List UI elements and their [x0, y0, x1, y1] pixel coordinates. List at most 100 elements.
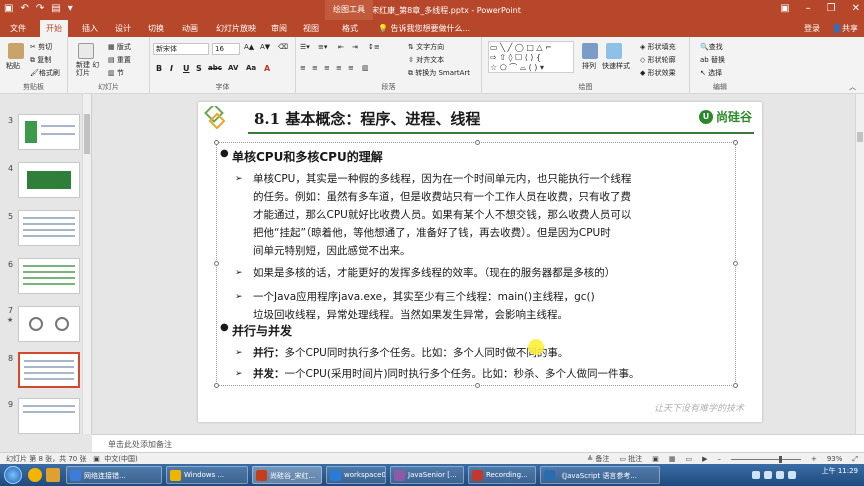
resize-handle[interactable]	[214, 261, 219, 266]
tray-icon[interactable]	[752, 471, 760, 479]
comments-toggle[interactable]: ▭ 批注	[619, 454, 642, 464]
decrease-indent-icon[interactable]: ⇤	[338, 43, 344, 51]
chrome-icon[interactable]	[28, 468, 42, 482]
new-slide-icon[interactable]	[78, 43, 94, 59]
format-painter-button[interactable]: 🖌格式刷	[30, 68, 60, 78]
slide-title[interactable]: 8.1 基本概念：程序、进程、线程	[254, 108, 480, 129]
slide-canvas[interactable]: 8.1 基本概念：程序、进程、线程 U 尚硅谷 ⟳ 单核CPU和多核CPU的理解…	[198, 102, 762, 422]
shape-outline-button[interactable]: ◇ 形状轮廓	[640, 55, 676, 65]
tab-transitions[interactable]: 切换	[148, 23, 164, 34]
tab-slideshow[interactable]: 幻灯片放映	[216, 23, 256, 34]
taskbar-item[interactable]: workspace0...	[326, 466, 386, 484]
arrange-button[interactable]: 排列	[582, 61, 596, 71]
font-size-combo[interactable]: 16	[212, 43, 240, 55]
section-button[interactable]: ▥ 节	[108, 68, 124, 78]
ribbon-display-options-icon[interactable]: ▣	[780, 3, 789, 14]
reset-button[interactable]: ▤ 重置	[108, 55, 131, 65]
grow-font-icon[interactable]: A▲	[244, 43, 254, 51]
thumbnail-scrollbar-thumb[interactable]	[84, 114, 90, 154]
zoom-out-icon[interactable]: –	[717, 455, 721, 463]
slide-thumbnail-6[interactable]	[18, 258, 80, 294]
paste-button[interactable]: 粘贴	[6, 61, 20, 71]
clear-formatting-icon[interactable]: ⌫	[278, 43, 288, 51]
select-button[interactable]: ↖ 选择	[700, 68, 722, 78]
cut-button[interactable]: ✂ 剪切	[30, 42, 52, 52]
resize-handle[interactable]	[475, 140, 480, 145]
copy-button[interactable]: ⧉ 复制	[30, 55, 51, 65]
zoom-slider[interactable]	[730, 455, 801, 463]
character-spacing-button[interactable]: AV	[228, 64, 238, 72]
justify-icon[interactable]: ≡	[336, 64, 342, 72]
slide-thumbnail-5[interactable]	[18, 210, 80, 246]
replace-button[interactable]: ab 替换	[700, 55, 725, 65]
font-color-button[interactable]: A	[264, 64, 270, 73]
layout-button[interactable]: ▦ 版式	[108, 42, 131, 52]
quick-styles-icon[interactable]	[606, 43, 622, 59]
tab-design[interactable]: 设计	[115, 23, 131, 34]
tab-home[interactable]: 开始	[40, 20, 68, 37]
collapse-ribbon-icon[interactable]: ︿	[849, 82, 856, 92]
text-direction-button[interactable]: ⇅ 文字方向	[408, 42, 444, 52]
distributed-icon[interactable]: ≡	[348, 64, 354, 72]
tray-icon[interactable]	[764, 471, 772, 479]
slide-thumbnail-9[interactable]	[18, 398, 80, 434]
numbering-icon[interactable]: ≡▾	[318, 43, 327, 51]
shape-effects-button[interactable]: ◆ 形状效果	[640, 68, 676, 78]
tab-review[interactable]: 审阅	[271, 23, 287, 34]
italic-button[interactable]: I	[170, 64, 173, 73]
folder-icon[interactable]	[46, 468, 60, 482]
slide-thumbnail-8-selected[interactable]	[18, 352, 80, 388]
zoom-level[interactable]: 93%	[827, 455, 843, 463]
taskbar-item[interactable]: Windows ...	[166, 466, 248, 484]
slide-scrollbar-thumb[interactable]	[857, 132, 863, 142]
bold-button[interactable]: B	[156, 64, 162, 73]
zoom-in-icon[interactable]: +	[811, 455, 817, 463]
shadow-button[interactable]: S	[196, 64, 202, 73]
align-text-button[interactable]: ⇳ 对齐文本	[408, 55, 444, 65]
shrink-font-icon[interactable]: A▼	[260, 43, 270, 51]
minimize-icon[interactable]: –	[806, 3, 811, 14]
tab-view[interactable]: 视图	[303, 23, 319, 34]
fit-slide-icon[interactable]: ⤢	[852, 455, 858, 464]
resize-handle[interactable]	[214, 140, 219, 145]
slide-thumbnail-4[interactable]	[18, 162, 80, 198]
taskbar-item[interactable]: JavaSenior [...	[390, 466, 464, 484]
quick-styles-button[interactable]: 快速样式	[602, 61, 630, 71]
volume-icon[interactable]	[788, 471, 796, 479]
align-right-icon[interactable]: ≡	[324, 64, 330, 72]
tab-animations[interactable]: 动画	[182, 23, 198, 34]
shapes-gallery[interactable]: ▭ ╲ ╱ ◯ □ △ ⌐ ⇨ ⇧ ◊ ☐ ⟨ ⟩ {☆ ⬠ ⌒ ⌓ ( ) ▾	[488, 41, 574, 73]
tab-format[interactable]: 格式	[342, 23, 358, 34]
start-button[interactable]	[4, 466, 22, 484]
slideshow-icon[interactable]: ▶	[702, 455, 707, 463]
resize-handle[interactable]	[733, 383, 738, 388]
convert-smartart-button[interactable]: ⧉ 转换为 SmartArt	[408, 68, 470, 78]
strikethrough-button[interactable]: abc	[208, 64, 222, 72]
close-icon[interactable]: ✕	[852, 3, 860, 14]
clock[interactable]: 上午 11:29	[822, 467, 858, 475]
taskbar-item[interactable]: 尚硅谷_宋红...	[252, 466, 322, 484]
notes-pane[interactable]: 单击此处添加备注	[92, 434, 864, 452]
find-button[interactable]: 🔍查找	[700, 42, 723, 52]
resize-handle[interactable]	[214, 383, 219, 388]
taskbar-item[interactable]: 网络连接错...	[66, 466, 162, 484]
rotate-handle-icon[interactable]: ⟳	[472, 114, 480, 125]
slide-scrollbar[interactable]	[855, 94, 864, 434]
line-spacing-icon[interactable]: ↕≡	[368, 43, 380, 51]
normal-view-icon[interactable]: ▣	[652, 455, 659, 463]
paste-icon[interactable]	[8, 43, 24, 59]
align-left-icon[interactable]: ≡	[300, 64, 306, 72]
resize-handle[interactable]	[475, 383, 480, 388]
thumbnail-scrollbar[interactable]	[82, 94, 91, 434]
tell-me-box[interactable]: 💡 告诉我您想要做什么...	[378, 23, 470, 34]
font-name-combo[interactable]: 新宋体	[153, 43, 209, 55]
shape-fill-button[interactable]: ◈ 形状填充	[640, 42, 676, 52]
new-slide-button[interactable]: 新建 幻灯片	[76, 61, 102, 77]
taskbar-item[interactable]: 《JavaScript 语言参考...	[540, 466, 660, 484]
login-link[interactable]: 登录	[804, 23, 820, 34]
arrange-icon[interactable]	[582, 43, 598, 59]
slide-sorter-icon[interactable]: ▦	[669, 455, 676, 463]
network-icon[interactable]	[776, 471, 784, 479]
increase-indent-icon[interactable]: ⇥	[352, 43, 358, 51]
reading-view-icon[interactable]: ▭	[685, 455, 692, 463]
